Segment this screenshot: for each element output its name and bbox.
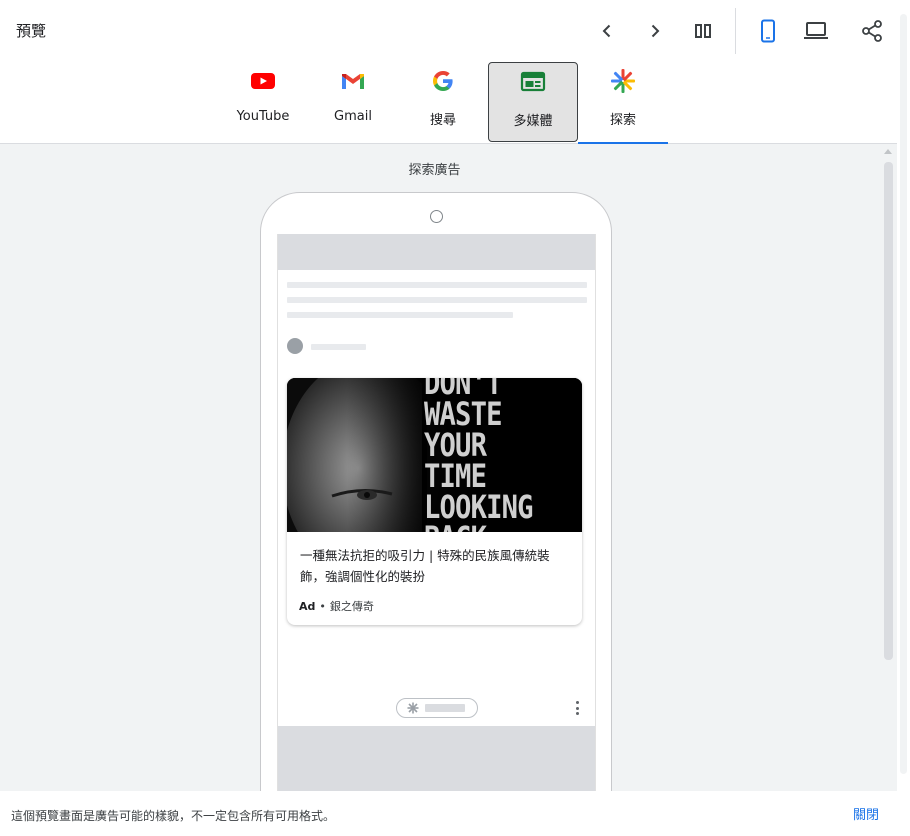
ad-headline: 一種無法抗拒的吸引力 | 特殊的民族風傳統裝飾，強調個性化的裝扮 [300, 548, 550, 584]
tab-display[interactable]: 多媒體 [488, 62, 578, 142]
phone-camera [430, 210, 443, 223]
placeholder-bar [278, 726, 595, 791]
preview-area: 探索廣告 DON'T WASTE YOUR TIME LOOKING 一種無法抗… [0, 144, 897, 791]
display-icon [519, 68, 547, 96]
chevron-left-icon [602, 24, 611, 38]
youtube-icon [249, 67, 277, 95]
close-button[interactable]: 關閉 [853, 804, 879, 823]
tab-label: 探索 [609, 113, 636, 128]
placeholder-bar [278, 234, 595, 270]
ad-image: DON'T WASTE YOUR TIME LOOKING BACK [287, 378, 582, 532]
tab-label: YouTube [236, 109, 290, 124]
tab-gmail[interactable]: Gmail [308, 62, 398, 142]
side-by-side-button[interactable] [686, 14, 720, 48]
tab-youtube[interactable]: YouTube [218, 62, 308, 142]
discover-icon [609, 67, 637, 95]
preview-header: 預覽 YouTube Gmail 搜尋 多媒體 探索 [0, 0, 910, 144]
scroll-thumb[interactable] [900, 14, 907, 774]
share-icon [862, 20, 882, 42]
placeholder-line [311, 344, 366, 350]
page-title: 預覽 [16, 22, 47, 40]
placeholder-line [287, 312, 513, 318]
tab-label: Gmail [334, 109, 372, 124]
smartphone-icon [761, 19, 775, 43]
desktop-view-button[interactable] [799, 14, 833, 48]
preview-label: 探索廣告 [408, 163, 461, 178]
ad-badge: Ad [299, 599, 316, 613]
share-button[interactable] [855, 14, 889, 48]
placeholder-line [287, 297, 587, 303]
next-button[interactable] [638, 14, 672, 48]
scroll-thumb[interactable] [884, 162, 893, 660]
mobile-view-button[interactable] [751, 14, 785, 48]
columns-icon [695, 24, 711, 38]
ad-image-text: DON'T WASTE YOUR TIME LOOKING BACK [424, 378, 534, 532]
tab-label: 搜尋 [429, 113, 456, 128]
placeholder-line [287, 282, 587, 288]
scroll-up-arrow[interactable] [884, 149, 892, 154]
phone-screen: DON'T WASTE YOUR TIME LOOKING BACK 一種無法抗… [277, 234, 596, 791]
google-search-icon [429, 67, 457, 95]
placeholder-line [425, 704, 465, 712]
chevron-right-icon [651, 24, 660, 38]
ad-separator: • [319, 599, 326, 613]
dialog-scrollbar[interactable] [897, 0, 910, 791]
tab-search[interactable]: 搜尋 [398, 62, 488, 142]
toolbar-divider [735, 8, 736, 54]
asterisk-icon [407, 702, 419, 714]
discover-pill [396, 698, 478, 718]
ad-meta: Ad • 銀之傳奇 [299, 598, 374, 614]
discover-ad-card[interactable]: DON'T WASTE YOUR TIME LOOKING BACK 一種無法抗… [287, 378, 582, 625]
placeholder-avatar [287, 338, 303, 354]
tab-label: 多媒體 [513, 114, 553, 129]
preview-scrollbar[interactable] [880, 144, 897, 791]
dialog-footer: 這個預覽畫面是廣告可能的樣貌，不一定包含所有可用格式。 關閉 [0, 791, 910, 836]
tab-discover[interactable]: 探索 [578, 62, 668, 144]
phone-frame: DON'T WASTE YOUR TIME LOOKING BACK 一種無法抗… [260, 192, 612, 791]
ad-advertiser: 銀之傳奇 [329, 600, 374, 613]
previous-button[interactable] [590, 14, 624, 48]
laptop-icon [804, 22, 828, 39]
gmail-icon [339, 67, 367, 95]
disclaimer-text: 這個預覽畫面是廣告可能的樣貌，不一定包含所有可用格式。 [11, 809, 336, 823]
more-options-icon[interactable] [572, 699, 582, 717]
format-tabs: YouTube Gmail 搜尋 多媒體 探索 [218, 62, 668, 144]
